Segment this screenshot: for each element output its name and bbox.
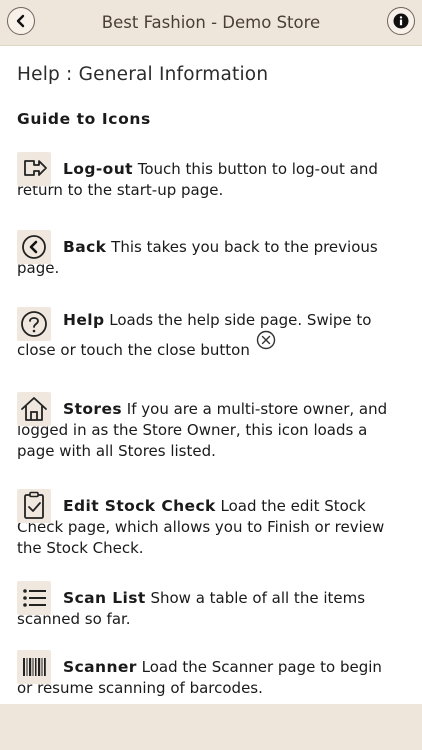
help-item-name: Back — [63, 238, 107, 256]
section-title: Guide to Icons — [17, 110, 151, 128]
help-item-scan-list: Scan List Show a table of all the items … — [17, 575, 397, 630]
help-item-name: Scanner — [63, 658, 137, 676]
help-item-stores: Stores If you are a multi-store owner, a… — [17, 386, 397, 462]
home-icon — [17, 392, 51, 426]
page-title: Help : General Information — [17, 64, 269, 85]
help-item-name: Stores — [63, 400, 123, 418]
help-item-edit-stock-check: Edit Stock Check Load the edit Stock Che… — [17, 483, 397, 559]
help-item-logout: Log-out Touch this button to log-out and… — [17, 146, 397, 201]
clipboard-check-icon — [17, 489, 51, 523]
help-item-name: Help — [63, 311, 105, 329]
close-circle-icon — [256, 330, 276, 360]
logout-icon — [17, 152, 51, 186]
barcode-icon — [17, 650, 51, 684]
help-item-name: Scan List — [63, 589, 146, 607]
bottom-bar — [0, 704, 422, 750]
help-item-name: Edit Stock Check — [63, 497, 216, 515]
app-title: Best Fashion - Demo Store — [101, 13, 321, 32]
help-item-scanner: Scanner Load the Scanner page to begin o… — [17, 644, 397, 699]
help-content[interactable]: Help : General Information Guide to Icon… — [0, 46, 422, 704]
info-button[interactable] — [387, 7, 415, 35]
back-icon — [17, 230, 51, 264]
help-item-back: Back This takes you back to the previous… — [17, 224, 397, 279]
help-item-help: Help Loads the help side page. Swipe to … — [17, 301, 397, 366]
top-bar: Best Fashion - Demo Store — [0, 0, 422, 46]
help-item-name: Log-out — [63, 160, 133, 178]
info-icon — [393, 13, 409, 29]
help-icon — [17, 307, 51, 341]
list-icon — [17, 581, 51, 615]
